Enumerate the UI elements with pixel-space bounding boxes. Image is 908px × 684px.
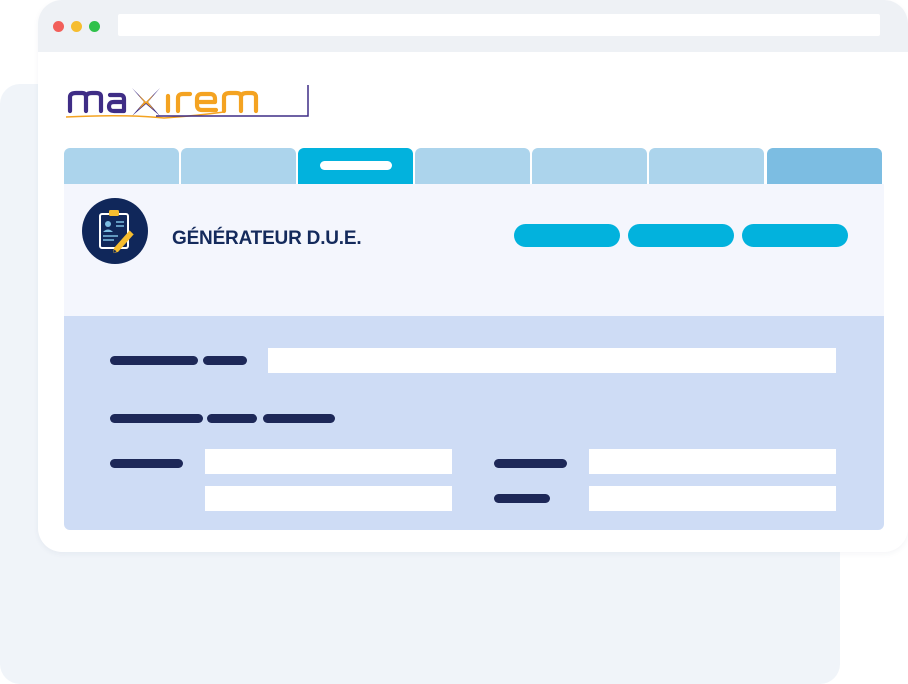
field-label-placeholder: [494, 459, 567, 468]
text-field-3[interactable]: [205, 486, 452, 511]
browser-window: GÉNÉRATEUR D.U.E.: [38, 0, 908, 552]
star-cross-icon: [132, 88, 160, 116]
section-label-placeholder: [263, 414, 335, 423]
section-label-placeholder: [207, 414, 257, 423]
tab-7[interactable]: [767, 148, 882, 184]
header-button-2[interactable]: [628, 224, 734, 247]
field-label-placeholder: [203, 356, 247, 365]
clipboard-pencil-icon: [82, 198, 148, 264]
text-field-5[interactable]: [589, 486, 836, 511]
section-label-placeholder: [110, 414, 203, 423]
header-button-1[interactable]: [514, 224, 620, 247]
tab-label-placeholder: [320, 161, 392, 170]
field-label-placeholder: [110, 356, 198, 365]
header-panel: GÉNÉRATEUR D.U.E.: [64, 184, 884, 316]
tab-3-active[interactable]: [298, 148, 413, 184]
page-title: GÉNÉRATEUR D.U.E.: [172, 228, 362, 249]
tab-bar: [64, 148, 884, 184]
maximize-window-dot[interactable]: [89, 21, 100, 32]
text-field-2[interactable]: [205, 449, 452, 474]
tab-1[interactable]: [64, 148, 179, 184]
text-field-1[interactable]: [268, 348, 836, 373]
browser-chrome: [38, 0, 908, 52]
tab-6[interactable]: [649, 148, 764, 184]
header-button-3[interactable]: [742, 224, 848, 247]
text-field-4[interactable]: [589, 449, 836, 474]
form-panel: [64, 316, 884, 530]
tab-5[interactable]: [532, 148, 647, 184]
field-label-placeholder: [110, 459, 183, 468]
maxirem-logo: [65, 85, 309, 119]
address-bar[interactable]: [118, 14, 880, 36]
field-label-placeholder: [494, 494, 550, 503]
minimize-window-dot[interactable]: [71, 21, 82, 32]
tab-4[interactable]: [415, 148, 530, 184]
close-window-dot[interactable]: [53, 21, 64, 32]
tab-2[interactable]: [181, 148, 296, 184]
